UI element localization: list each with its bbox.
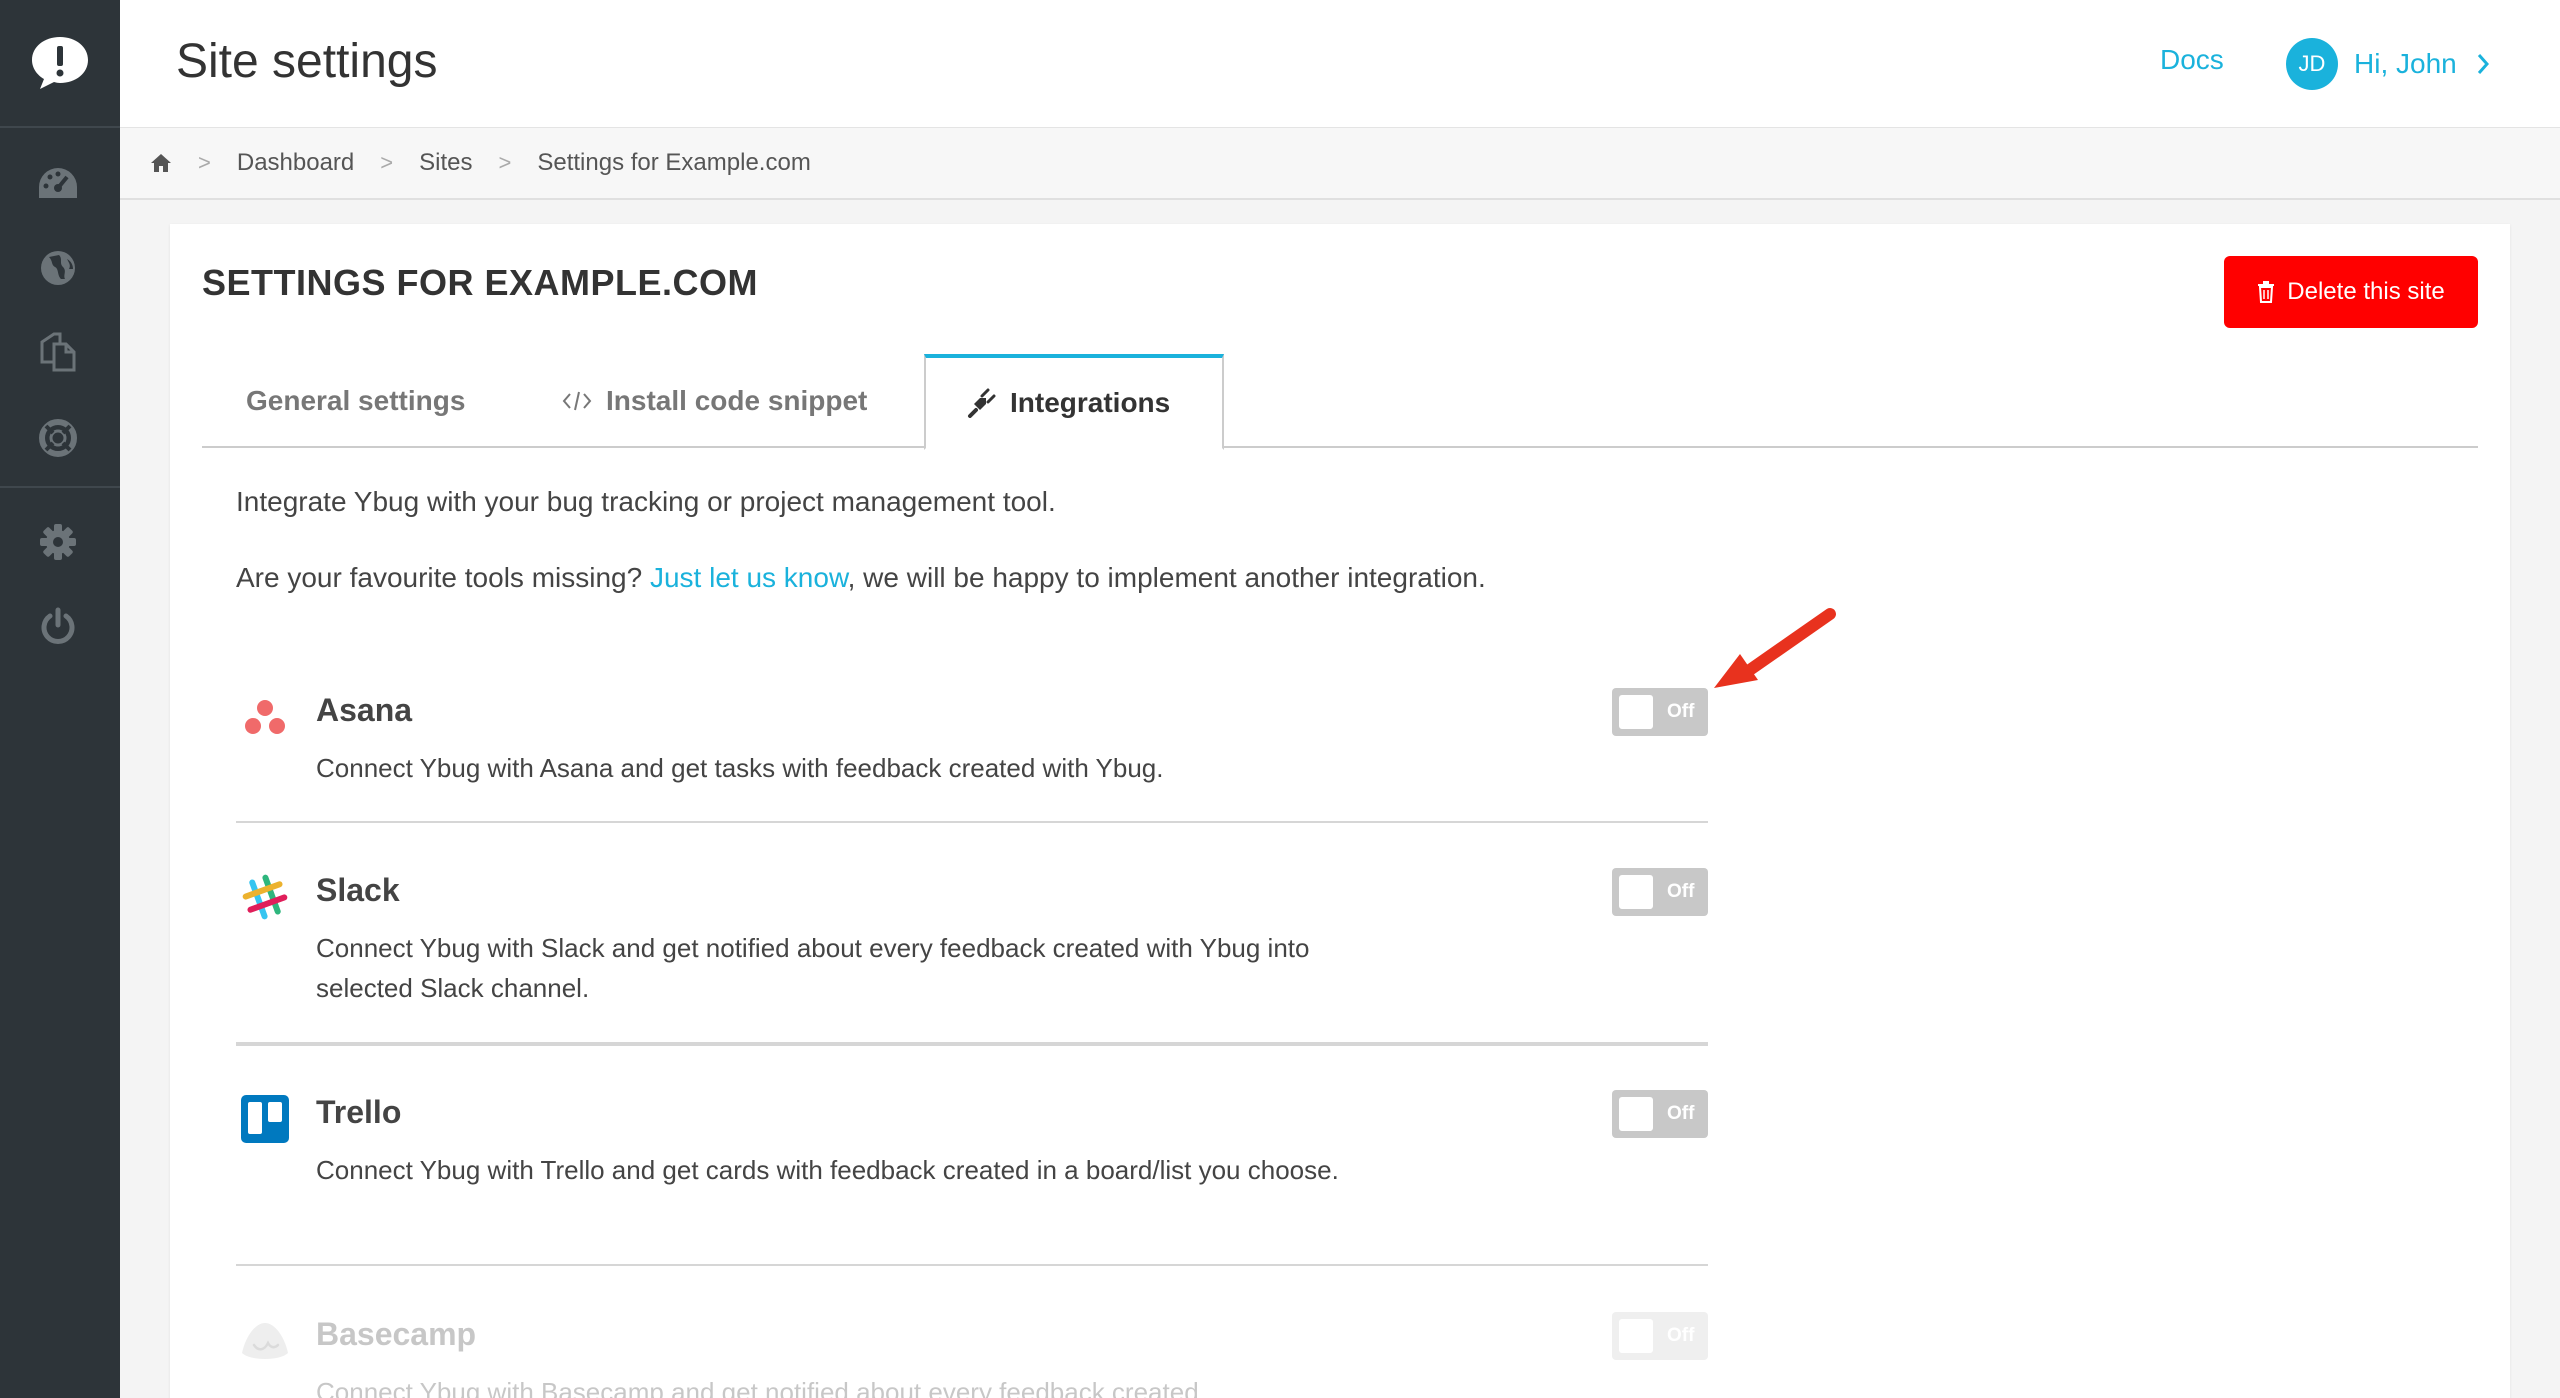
docs-link[interactable]: Docs <box>2160 44 2224 76</box>
sidebar-divider <box>0 486 120 488</box>
lifebuoy-icon <box>39 419 77 457</box>
intro-text-after: , we will be happy to implement another … <box>847 562 1486 593</box>
sidebar-item-settings[interactable] <box>30 514 86 570</box>
copy-icon <box>40 332 76 372</box>
integration-description: Connect Ybug with Basecamp and get notif… <box>316 1377 1199 1398</box>
tab-integrations[interactable]: Integrations <box>924 354 1224 450</box>
sidebar-item-copy[interactable] <box>30 324 86 380</box>
divider <box>236 1044 1708 1046</box>
code-icon <box>562 390 592 412</box>
toggle-label: Off <box>1667 701 1695 722</box>
trello-toggle[interactable]: Off <box>1612 1090 1708 1138</box>
integration-name: Basecamp <box>316 1316 477 1352</box>
asana-logo-icon <box>240 692 290 742</box>
integration-name: Slack <box>316 872 400 908</box>
sidebar-item-sites[interactable] <box>30 240 86 296</box>
breadcrumb: > Dashboard > Sites > Settings for Examp… <box>120 128 2560 200</box>
home-icon[interactable] <box>150 153 172 173</box>
integration-name: Asana <box>316 692 413 728</box>
breadcrumb-current: Settings for Example.com <box>537 149 811 176</box>
annotation-arrow-icon <box>1714 608 1836 688</box>
card-title: SETTINGS FOR EXAMPLE.COM <box>202 262 759 303</box>
slack-logo-icon <box>240 872 290 922</box>
tab-label: General settings <box>246 385 466 416</box>
sidebar-item-support[interactable] <box>30 410 86 466</box>
avatar: JD <box>2286 38 2338 90</box>
divider <box>236 1264 1708 1266</box>
page-title: Site settings <box>176 35 438 88</box>
settings-card: SETTINGS FOR EXAMPLE.COM Delete this sit… <box>170 224 2510 1398</box>
gear-icon <box>40 524 76 560</box>
integration-description: Connect Ybug with Trello and get cards w… <box>316 1155 1339 1185</box>
tab-install-code-snippet[interactable]: Install code snippet <box>562 354 867 448</box>
basecamp-logo-icon <box>240 1316 290 1366</box>
ybug-logo[interactable] <box>0 0 120 128</box>
toggle-knob <box>1619 1319 1653 1353</box>
sidebar-item-dashboard[interactable] <box>30 156 86 212</box>
intro-missing-tools: Are your favourite tools missing? Just l… <box>236 562 1486 594</box>
divider <box>236 1042 1708 1044</box>
dashboard-icon <box>39 168 77 198</box>
asana-toggle[interactable]: Off <box>1612 688 1708 736</box>
toggle-label: Off <box>1667 1103 1695 1124</box>
tab-label: Integrations <box>1010 387 1171 418</box>
plug-icon <box>966 388 996 418</box>
breadcrumb-sites[interactable]: Sites <box>419 149 472 177</box>
top-header: Site settings Docs JD Hi, John <box>120 0 2560 128</box>
just-let-us-know-link[interactable]: Just let us know <box>650 562 848 593</box>
integration-description: Connect Ybug with Asana and get tasks wi… <box>316 753 1164 783</box>
delete-site-label: Delete this site <box>2287 278 2445 305</box>
sidebar <box>0 0 120 1398</box>
settings-tabs: General settings Install code snippet In… <box>202 354 2478 450</box>
toggle-knob <box>1619 1097 1653 1131</box>
trash-icon <box>2257 281 2275 303</box>
user-menu[interactable]: JD Hi, John <box>2286 38 2489 90</box>
chevron-right-icon <box>2477 53 2489 75</box>
breadcrumb-separator: > <box>198 150 211 175</box>
intro-text: Integrate Ybug with your bug tracking or… <box>236 486 1056 517</box>
divider <box>236 821 1708 823</box>
slack-toggle[interactable]: Off <box>1612 868 1708 916</box>
toggle-knob <box>1619 875 1653 909</box>
speech-bubble-logo-icon <box>32 37 88 89</box>
tab-label: Install code snippet <box>606 385 868 416</box>
toggle-knob <box>1619 695 1653 729</box>
toggle-label: Off <box>1667 881 1695 902</box>
delete-site-button[interactable]: Delete this site <box>2224 256 2478 328</box>
globe-icon <box>41 251 75 285</box>
integration-description: Connect Ybug with Slack and get notified… <box>316 933 1310 1003</box>
user-greeting: Hi, John <box>2354 48 2457 79</box>
basecamp-toggle[interactable]: Off <box>1612 1312 1708 1360</box>
integration-name: Trello <box>316 1094 402 1130</box>
tab-general-settings[interactable]: General settings <box>246 354 465 448</box>
breadcrumb-separator: > <box>380 150 394 175</box>
power-icon <box>41 607 75 644</box>
toggle-label: Off <box>1667 1325 1695 1346</box>
breadcrumb-separator: > <box>498 150 512 175</box>
intro-text-before: Are your favourite tools missing? <box>236 562 650 593</box>
sidebar-item-logout[interactable] <box>30 598 86 654</box>
trello-logo-icon <box>240 1094 290 1144</box>
breadcrumb-dashboard[interactable]: Dashboard <box>237 149 354 177</box>
